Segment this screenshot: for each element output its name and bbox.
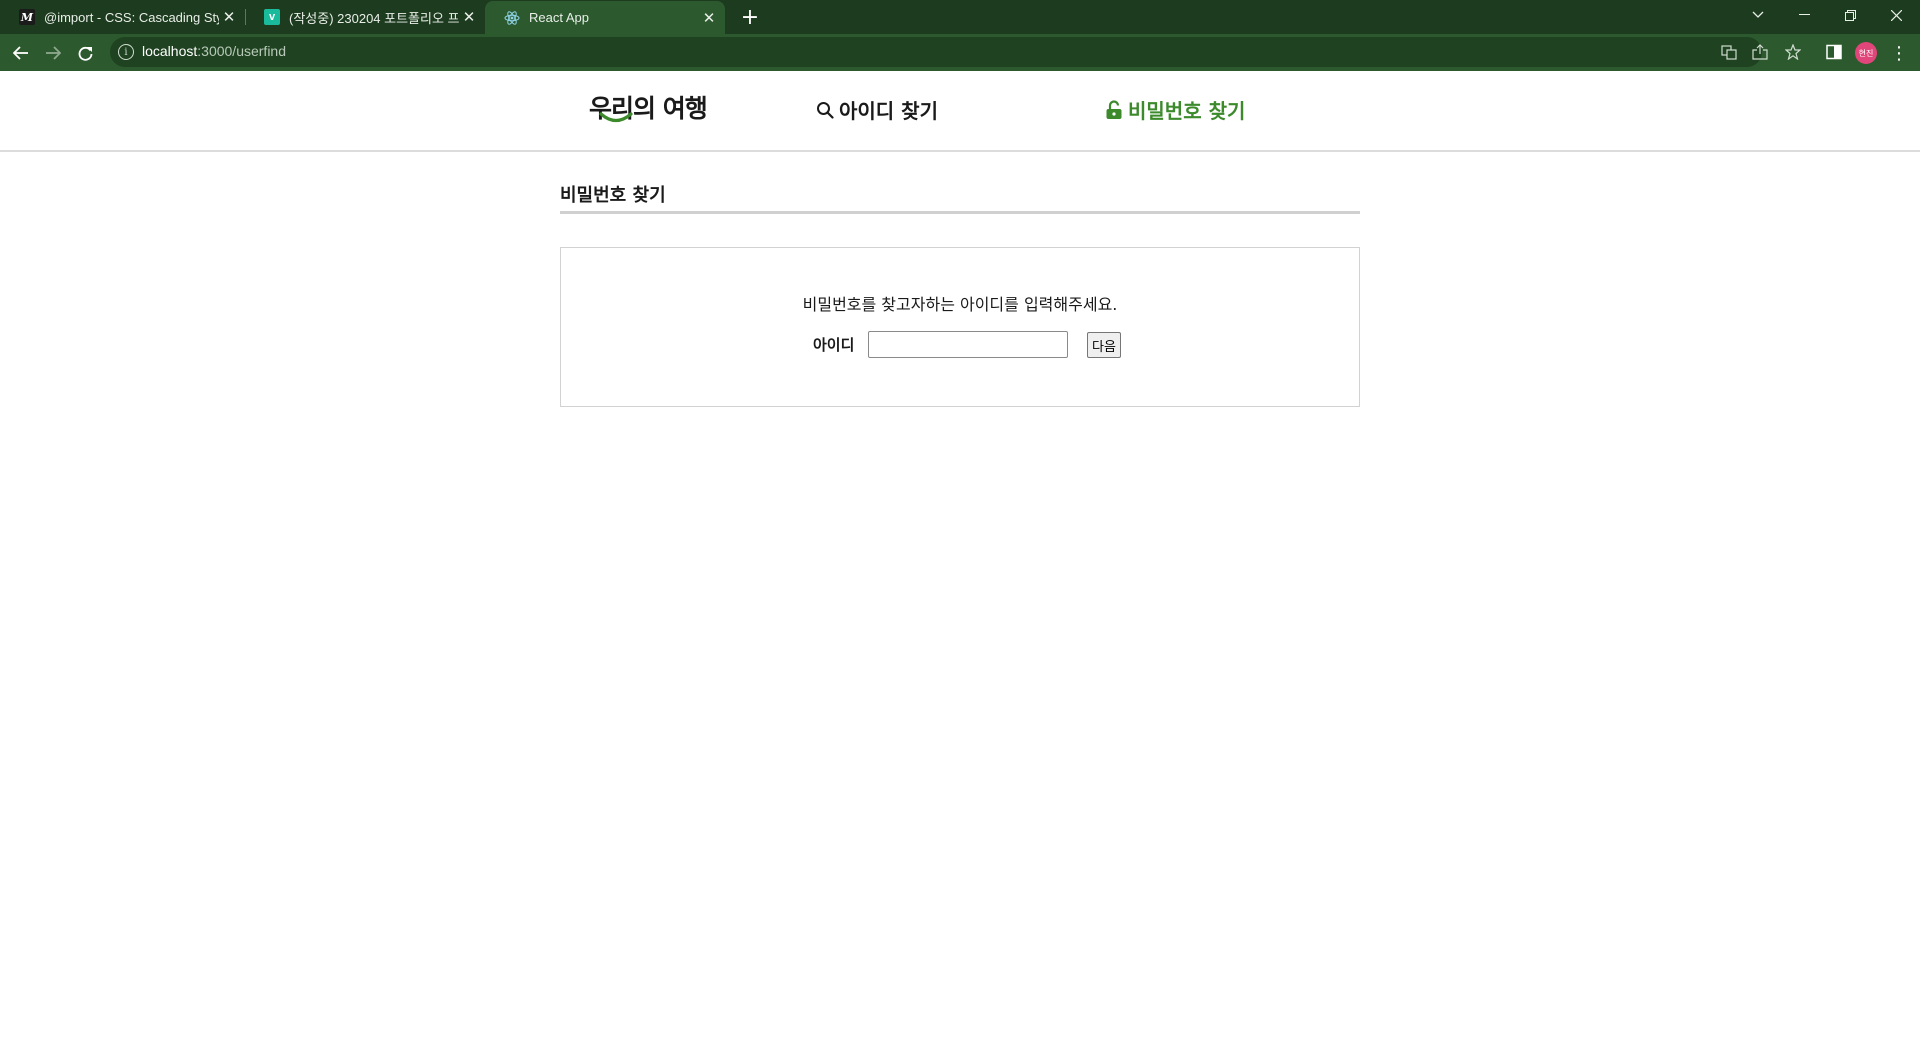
search-icon — [815, 100, 835, 120]
address-bar[interactable]: i localhost:3000/userfind — [110, 37, 1768, 67]
close-window-icon[interactable] — [1873, 0, 1919, 30]
next-button[interactable]: 다음 — [1087, 332, 1121, 358]
site-info-icon[interactable]: i — [118, 44, 134, 60]
react-icon — [504, 10, 520, 26]
forward-icon[interactable] — [39, 39, 67, 67]
browser-tab-react-app[interactable]: React App ✕ — [485, 1, 725, 34]
title-divider — [560, 211, 1360, 214]
close-icon[interactable]: ✕ — [699, 8, 719, 28]
tab-title: React App — [529, 10, 589, 25]
unlock-icon — [1104, 99, 1124, 120]
browser-tab-mdn[interactable]: M @import - CSS: Cascading Style ✕ — [0, 0, 245, 34]
translate-icon[interactable] — [1720, 43, 1738, 61]
close-icon[interactable]: ✕ — [219, 7, 239, 27]
logo-smile-icon — [599, 112, 633, 123]
mdn-icon: M — [19, 9, 35, 25]
url-text[interactable]: localhost:3000/userfind — [142, 43, 286, 59]
minimize-icon[interactable] — [1781, 0, 1827, 30]
page-title: 비밀번호 찾기 — [560, 185, 666, 206]
tab-title: (작성중) 230204 포트폴리오 프로 — [289, 10, 459, 26]
close-icon[interactable]: ✕ — [459, 7, 479, 27]
restore-icon[interactable] — [1827, 0, 1873, 30]
site-header: 우리의 여행 아이디 찾기 비밀번호 찾기 — [0, 71, 1920, 152]
nav-find-id[interactable]: 아이디 찾기 — [815, 95, 938, 124]
side-panel-icon[interactable] — [1825, 43, 1843, 61]
back-icon[interactable] — [7, 39, 35, 67]
profile-avatar[interactable]: 현진 — [1855, 42, 1877, 64]
nav-find-password[interactable]: 비밀번호 찾기 — [1104, 95, 1245, 124]
id-input[interactable] — [868, 331, 1068, 358]
browser-tabstrip: M @import - CSS: Cascading Style ✕ v (작성… — [0, 0, 1920, 34]
browser-tab-velog[interactable]: v (작성중) 230204 포트폴리오 프로 ✕ — [245, 0, 485, 34]
menu-kebab-icon[interactable]: ⋮ — [1888, 40, 1910, 66]
new-tab-button[interactable]: + — [737, 4, 763, 30]
tab-title: @import - CSS: Cascading Style — [44, 9, 219, 25]
browser-toolbar: i localhost:3000/userfind 현진 ⋮ — [0, 34, 1920, 71]
nav-find-id-label: 아이디 찾기 — [839, 99, 938, 123]
page-viewport: 우리의 여행 아이디 찾기 비밀번호 찾기 비밀번호 찾기 비밀번호를 찾고자하… — [0, 71, 1920, 1040]
site-logo[interactable]: 우리의 여행 — [589, 89, 709, 129]
share-icon[interactable] — [1751, 43, 1769, 61]
instruction-text: 비밀번호를 찾고자하는 아이디를 입력해주세요. — [802, 295, 1118, 314]
find-password-form: 비밀번호를 찾고자하는 아이디를 입력해주세요. 아이디 다음 — [560, 247, 1360, 407]
tab-search-icon[interactable] — [1735, 0, 1781, 30]
url-path: :3000/userfind — [197, 43, 286, 59]
bookmark-star-icon[interactable] — [1784, 43, 1802, 61]
reload-icon[interactable] — [71, 39, 99, 67]
url-host: localhost — [142, 43, 198, 59]
velog-icon: v — [264, 9, 280, 25]
nav-find-password-label: 비밀번호 찾기 — [1128, 99, 1246, 123]
id-field-label: 아이디 — [813, 336, 855, 354]
